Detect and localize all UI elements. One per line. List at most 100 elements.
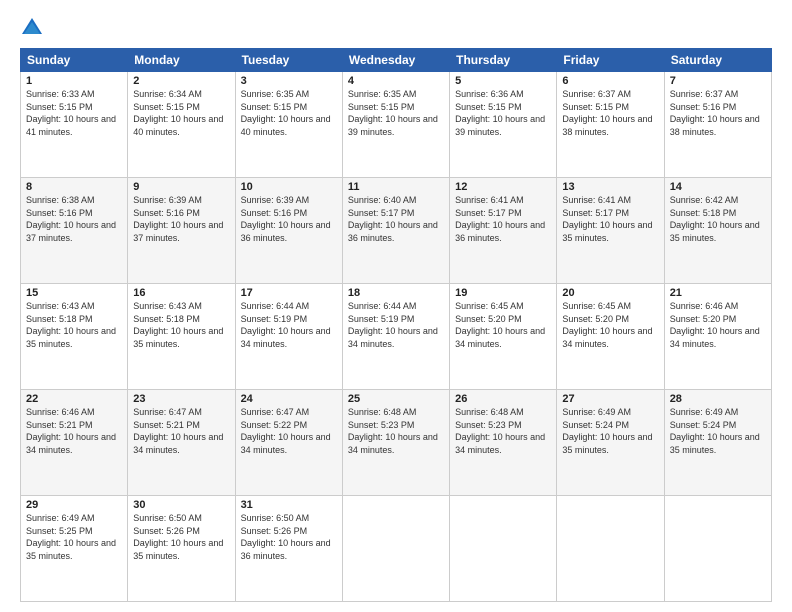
calendar-week-row: 29 Sunrise: 6:49 AMSunset: 5:25 PMDaylig… <box>21 496 772 602</box>
day-info: Sunrise: 6:46 AMSunset: 5:21 PMDaylight:… <box>26 407 116 455</box>
day-info: Sunrise: 6:45 AMSunset: 5:20 PMDaylight:… <box>562 301 652 349</box>
day-number: 22 <box>26 393 122 405</box>
table-row: 28 Sunrise: 6:49 AMSunset: 5:24 PMDaylig… <box>664 390 771 496</box>
table-row: 4 Sunrise: 6:35 AMSunset: 5:15 PMDayligh… <box>342 72 449 178</box>
day-number: 17 <box>241 287 337 299</box>
table-row <box>342 496 449 602</box>
day-info: Sunrise: 6:33 AMSunset: 5:15 PMDaylight:… <box>26 89 116 137</box>
table-row: 26 Sunrise: 6:48 AMSunset: 5:23 PMDaylig… <box>450 390 557 496</box>
col-friday: Friday <box>557 49 664 72</box>
table-row: 31 Sunrise: 6:50 AMSunset: 5:26 PMDaylig… <box>235 496 342 602</box>
day-info: Sunrise: 6:35 AMSunset: 5:15 PMDaylight:… <box>241 89 331 137</box>
table-row: 13 Sunrise: 6:41 AMSunset: 5:17 PMDaylig… <box>557 178 664 284</box>
day-info: Sunrise: 6:37 AMSunset: 5:16 PMDaylight:… <box>670 89 760 137</box>
day-number: 30 <box>133 499 229 511</box>
day-number: 19 <box>455 287 551 299</box>
day-info: Sunrise: 6:47 AMSunset: 5:21 PMDaylight:… <box>133 407 223 455</box>
table-row: 12 Sunrise: 6:41 AMSunset: 5:17 PMDaylig… <box>450 178 557 284</box>
day-number: 16 <box>133 287 229 299</box>
table-row: 22 Sunrise: 6:46 AMSunset: 5:21 PMDaylig… <box>21 390 128 496</box>
logo-icon <box>20 16 44 40</box>
day-info: Sunrise: 6:39 AMSunset: 5:16 PMDaylight:… <box>133 195 223 243</box>
day-info: Sunrise: 6:34 AMSunset: 5:15 PMDaylight:… <box>133 89 223 137</box>
day-number: 9 <box>133 181 229 193</box>
table-row: 3 Sunrise: 6:35 AMSunset: 5:15 PMDayligh… <box>235 72 342 178</box>
table-row: 11 Sunrise: 6:40 AMSunset: 5:17 PMDaylig… <box>342 178 449 284</box>
day-info: Sunrise: 6:45 AMSunset: 5:20 PMDaylight:… <box>455 301 545 349</box>
table-row: 24 Sunrise: 6:47 AMSunset: 5:22 PMDaylig… <box>235 390 342 496</box>
table-row: 7 Sunrise: 6:37 AMSunset: 5:16 PMDayligh… <box>664 72 771 178</box>
table-row <box>664 496 771 602</box>
day-info: Sunrise: 6:49 AMSunset: 5:24 PMDaylight:… <box>562 407 652 455</box>
table-row: 27 Sunrise: 6:49 AMSunset: 5:24 PMDaylig… <box>557 390 664 496</box>
col-wednesday: Wednesday <box>342 49 449 72</box>
day-number: 11 <box>348 181 444 193</box>
day-number: 7 <box>670 75 766 87</box>
col-sunday: Sunday <box>21 49 128 72</box>
table-row: 14 Sunrise: 6:42 AMSunset: 5:18 PMDaylig… <box>664 178 771 284</box>
day-number: 28 <box>670 393 766 405</box>
calendar-week-row: 22 Sunrise: 6:46 AMSunset: 5:21 PMDaylig… <box>21 390 772 496</box>
day-info: Sunrise: 6:49 AMSunset: 5:24 PMDaylight:… <box>670 407 760 455</box>
day-number: 12 <box>455 181 551 193</box>
col-thursday: Thursday <box>450 49 557 72</box>
day-number: 24 <box>241 393 337 405</box>
day-info: Sunrise: 6:46 AMSunset: 5:20 PMDaylight:… <box>670 301 760 349</box>
table-row: 10 Sunrise: 6:39 AMSunset: 5:16 PMDaylig… <box>235 178 342 284</box>
day-info: Sunrise: 6:50 AMSunset: 5:26 PMDaylight:… <box>241 513 331 561</box>
day-number: 23 <box>133 393 229 405</box>
day-number: 31 <box>241 499 337 511</box>
day-info: Sunrise: 6:50 AMSunset: 5:26 PMDaylight:… <box>133 513 223 561</box>
table-row: 25 Sunrise: 6:48 AMSunset: 5:23 PMDaylig… <box>342 390 449 496</box>
table-row: 17 Sunrise: 6:44 AMSunset: 5:19 PMDaylig… <box>235 284 342 390</box>
table-row <box>450 496 557 602</box>
col-tuesday: Tuesday <box>235 49 342 72</box>
table-row: 21 Sunrise: 6:46 AMSunset: 5:20 PMDaylig… <box>664 284 771 390</box>
table-row: 15 Sunrise: 6:43 AMSunset: 5:18 PMDaylig… <box>21 284 128 390</box>
day-info: Sunrise: 6:37 AMSunset: 5:15 PMDaylight:… <box>562 89 652 137</box>
day-info: Sunrise: 6:48 AMSunset: 5:23 PMDaylight:… <box>455 407 545 455</box>
table-row: 23 Sunrise: 6:47 AMSunset: 5:21 PMDaylig… <box>128 390 235 496</box>
day-number: 10 <box>241 181 337 193</box>
day-info: Sunrise: 6:41 AMSunset: 5:17 PMDaylight:… <box>562 195 652 243</box>
day-number: 6 <box>562 75 658 87</box>
day-info: Sunrise: 6:43 AMSunset: 5:18 PMDaylight:… <box>133 301 223 349</box>
day-number: 20 <box>562 287 658 299</box>
col-saturday: Saturday <box>664 49 771 72</box>
day-info: Sunrise: 6:44 AMSunset: 5:19 PMDaylight:… <box>348 301 438 349</box>
day-number: 13 <box>562 181 658 193</box>
table-row <box>557 496 664 602</box>
table-row: 8 Sunrise: 6:38 AMSunset: 5:16 PMDayligh… <box>21 178 128 284</box>
day-info: Sunrise: 6:40 AMSunset: 5:17 PMDaylight:… <box>348 195 438 243</box>
table-row: 29 Sunrise: 6:49 AMSunset: 5:25 PMDaylig… <box>21 496 128 602</box>
day-info: Sunrise: 6:47 AMSunset: 5:22 PMDaylight:… <box>241 407 331 455</box>
day-info: Sunrise: 6:43 AMSunset: 5:18 PMDaylight:… <box>26 301 116 349</box>
day-info: Sunrise: 6:35 AMSunset: 5:15 PMDaylight:… <box>348 89 438 137</box>
day-number: 26 <box>455 393 551 405</box>
day-info: Sunrise: 6:48 AMSunset: 5:23 PMDaylight:… <box>348 407 438 455</box>
day-number: 21 <box>670 287 766 299</box>
day-info: Sunrise: 6:39 AMSunset: 5:16 PMDaylight:… <box>241 195 331 243</box>
table-row: 16 Sunrise: 6:43 AMSunset: 5:18 PMDaylig… <box>128 284 235 390</box>
calendar-week-row: 8 Sunrise: 6:38 AMSunset: 5:16 PMDayligh… <box>21 178 772 284</box>
table-row: 6 Sunrise: 6:37 AMSunset: 5:15 PMDayligh… <box>557 72 664 178</box>
day-number: 18 <box>348 287 444 299</box>
day-info: Sunrise: 6:44 AMSunset: 5:19 PMDaylight:… <box>241 301 331 349</box>
day-number: 29 <box>26 499 122 511</box>
page: Sunday Monday Tuesday Wednesday Thursday… <box>0 0 792 612</box>
day-number: 15 <box>26 287 122 299</box>
day-number: 14 <box>670 181 766 193</box>
col-monday: Monday <box>128 49 235 72</box>
table-row: 1 Sunrise: 6:33 AMSunset: 5:15 PMDayligh… <box>21 72 128 178</box>
calendar-header-row: Sunday Monday Tuesday Wednesday Thursday… <box>21 49 772 72</box>
day-number: 4 <box>348 75 444 87</box>
day-info: Sunrise: 6:42 AMSunset: 5:18 PMDaylight:… <box>670 195 760 243</box>
table-row: 18 Sunrise: 6:44 AMSunset: 5:19 PMDaylig… <box>342 284 449 390</box>
day-info: Sunrise: 6:49 AMSunset: 5:25 PMDaylight:… <box>26 513 116 561</box>
day-number: 8 <box>26 181 122 193</box>
header <box>20 16 772 40</box>
day-number: 2 <box>133 75 229 87</box>
table-row: 5 Sunrise: 6:36 AMSunset: 5:15 PMDayligh… <box>450 72 557 178</box>
table-row: 9 Sunrise: 6:39 AMSunset: 5:16 PMDayligh… <box>128 178 235 284</box>
day-number: 1 <box>26 75 122 87</box>
